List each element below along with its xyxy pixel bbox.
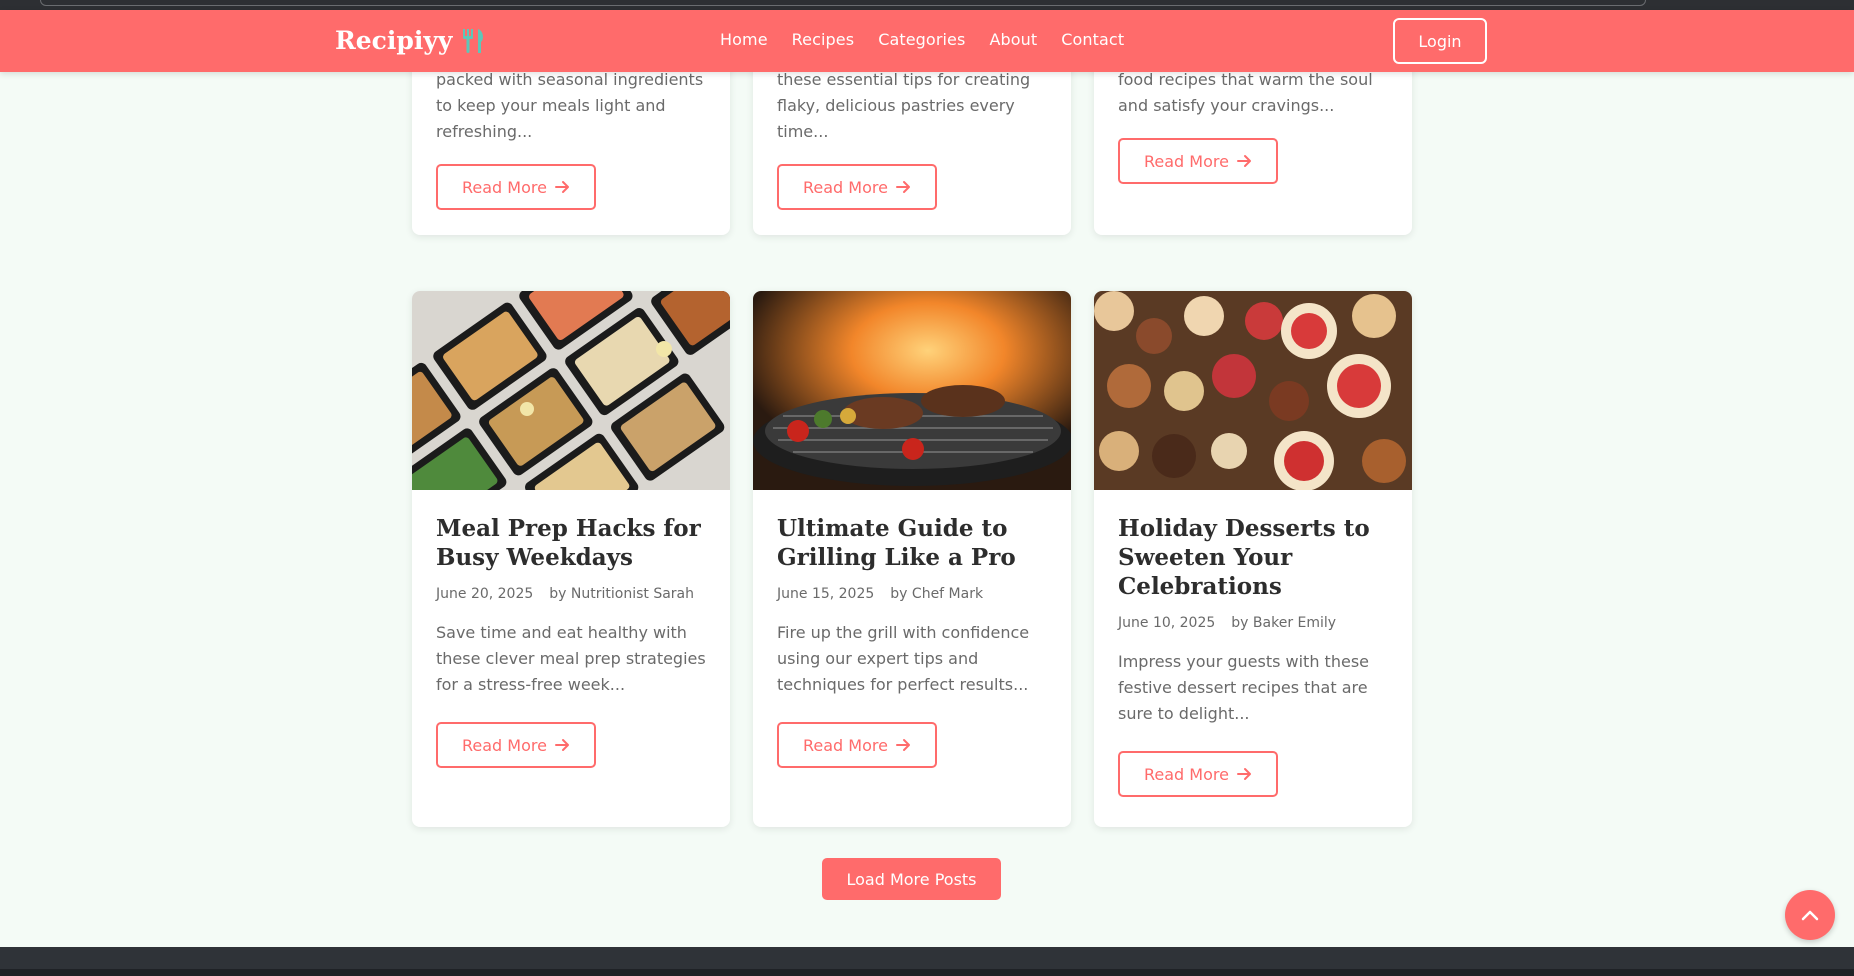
read-more-label: Read More [462, 735, 547, 755]
nav-link-about[interactable]: About [989, 30, 1037, 49]
read-more-button[interactable]: Read More [1118, 138, 1278, 184]
footer-bottom-bar [0, 969, 1854, 976]
card-excerpt: Fire up the grill with confidence using … [777, 623, 1030, 694]
blog-card-grilling: Ultimate Guide to Grilling Like a Pro Ju… [753, 291, 1071, 827]
browser-address-bar [40, 0, 1646, 6]
grill-flames-photo[interactable] [753, 291, 1071, 490]
chevron-up-icon [1801, 910, 1819, 921]
load-more-button[interactable]: Load More Posts [822, 858, 1001, 900]
excerpt-line: flaky, delicious pastries every [777, 96, 1015, 115]
arrow-right-icon [895, 181, 910, 193]
nav-link-home[interactable]: Home [720, 30, 768, 49]
excerpt-line: and satisfy your cravings... [1118, 96, 1335, 115]
brand-logo[interactable]: Recipiyy [335, 26, 486, 55]
read-more-button[interactable]: Read More [436, 722, 596, 768]
login-button[interactable]: Login [1393, 18, 1487, 64]
read-more-button[interactable]: Read More [1118, 751, 1278, 797]
nav-link-contact[interactable]: Contact [1061, 30, 1124, 49]
card-title[interactable]: Meal Prep Hacks for Busy Weekdays [412, 490, 730, 572]
card-title[interactable]: Ultimate Guide to Grilling Like a Pro [753, 490, 1071, 572]
read-more-label: Read More [1144, 764, 1229, 784]
card-meta: June 15, 2025 by Chef Mark [753, 572, 1071, 602]
arrow-right-icon [895, 739, 910, 751]
post-author: by Baker Emily [1231, 615, 1337, 631]
meal-prep-containers-photo[interactable] [412, 291, 730, 490]
blog-card-holiday-desserts: Holiday Desserts to Sweeten Your Celebra… [1094, 291, 1412, 827]
browser-top-strip [0, 0, 1854, 10]
arrow-right-icon [554, 181, 569, 193]
read-more-button[interactable]: Read More [436, 164, 596, 210]
excerpt-line: time... [777, 122, 829, 141]
read-more-label: Read More [462, 177, 547, 197]
read-more-label: Read More [803, 177, 888, 197]
excerpt-line: refreshing... [436, 122, 533, 141]
blog-card-meal-prep: Meal Prep Hacks for Busy Weekdays June 2… [412, 291, 730, 827]
arrow-right-icon [554, 739, 569, 751]
navbar: Recipiyy Home Recipes Categories About C… [0, 10, 1854, 72]
arrow-right-icon [1236, 768, 1251, 780]
post-date: June 15, 2025 [777, 586, 875, 602]
fork-knife-icon [463, 28, 484, 53]
card-excerpt: Save time and eat healthy with these cle… [436, 623, 706, 694]
card-excerpt: Impress your guests with these festive d… [1118, 652, 1369, 723]
post-date: June 10, 2025 [1118, 615, 1216, 631]
main-nav: Home Recipes Categories About Contact [720, 30, 1124, 49]
post-author: by Chef Mark [890, 586, 984, 602]
footer [0, 947, 1854, 976]
brand-name: Recipiyy [335, 26, 453, 55]
card-title[interactable]: Holiday Desserts to Sweeten Your Celebra… [1094, 490, 1412, 601]
post-date: June 20, 2025 [436, 586, 534, 602]
read-more-button[interactable]: Read More [777, 722, 937, 768]
arrow-right-icon [1236, 155, 1251, 167]
scroll-to-top-button[interactable] [1785, 890, 1835, 940]
post-author: by Nutritionist Sarah [549, 586, 695, 602]
excerpt-line: to keep your meals light and [436, 96, 666, 115]
card-meta: June 20, 2025 by Nutritionist Sarah [412, 572, 730, 602]
card-meta: June 10, 2025 by Baker Emily [1094, 601, 1412, 631]
nav-link-categories[interactable]: Categories [878, 30, 965, 49]
read-more-button[interactable]: Read More [777, 164, 937, 210]
holiday-desserts-photo[interactable] [1094, 291, 1412, 490]
read-more-label: Read More [1144, 151, 1229, 171]
read-more-label: Read More [803, 735, 888, 755]
nav-link-recipes[interactable]: Recipes [792, 30, 855, 49]
